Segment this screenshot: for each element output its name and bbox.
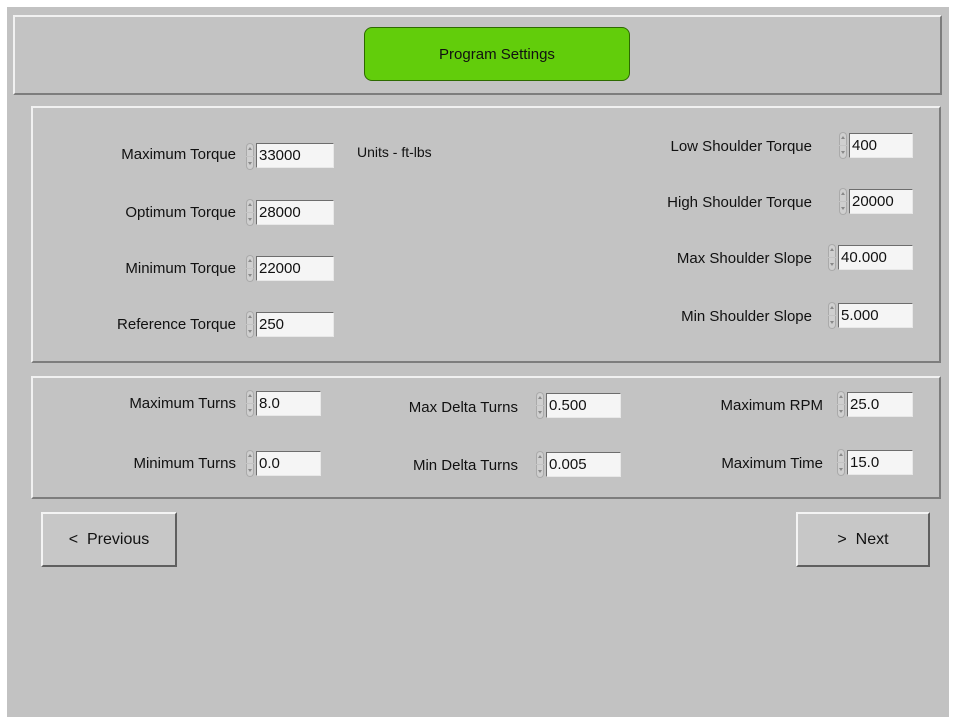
spin-down-icon[interactable]	[837, 405, 845, 418]
spin-down-icon[interactable]	[828, 316, 836, 329]
min-turns-spinner[interactable]	[244, 449, 256, 479]
opt-torque-field[interactable]: 28000	[256, 200, 334, 225]
max-delta-spinner[interactable]	[534, 391, 546, 421]
high-shoulder-torque-label: High Shoulder Torque	[667, 194, 812, 211]
low-shoulder-torque-label: Low Shoulder Torque	[670, 138, 813, 155]
min-shoulder-slope-field[interactable]: 5.000	[838, 303, 913, 328]
spin-up-icon[interactable]	[536, 392, 544, 405]
spin-down-icon[interactable]	[246, 213, 254, 226]
spin-up-icon[interactable]	[246, 255, 254, 268]
ref-torque-label: Reference Torque	[117, 316, 236, 333]
min-torque-label: Minimum Torque	[125, 260, 236, 277]
spin-down-icon[interactable]	[828, 258, 836, 271]
max-torque-label: Maximum Torque	[121, 146, 236, 163]
spin-up-icon[interactable]	[837, 449, 845, 462]
spin-up-icon[interactable]	[839, 188, 847, 201]
max-slope-spinner[interactable]	[826, 243, 838, 273]
spin-up-icon[interactable]	[246, 390, 254, 403]
spin-down-icon[interactable]	[246, 464, 254, 477]
low-shoulder-spinner[interactable]	[837, 131, 849, 161]
max-turns-spinner[interactable]	[244, 389, 256, 419]
previous-button[interactable]: < Previous	[41, 512, 177, 567]
spin-down-icon[interactable]	[246, 269, 254, 282]
max-shoulder-slope-label: Max Shoulder Slope	[676, 250, 812, 267]
spin-down-icon[interactable]	[246, 404, 254, 417]
min-turns-label: Minimum Turns	[133, 455, 236, 472]
spin-up-icon[interactable]	[828, 244, 836, 257]
opt-torque-label: Optimum Torque	[125, 204, 236, 221]
min-delta-turns-label: Min Delta Turns	[412, 457, 518, 474]
spin-down-icon[interactable]	[536, 406, 544, 419]
spin-down-icon[interactable]	[837, 463, 845, 476]
spin-down-icon[interactable]	[246, 325, 254, 338]
spin-down-icon[interactable]	[536, 465, 544, 478]
min-torque-spinner[interactable]	[244, 254, 256, 284]
ref-torque-field[interactable]: 250	[256, 312, 334, 337]
spin-up-icon[interactable]	[246, 450, 254, 463]
min-delta-turns-field[interactable]: 0.005	[546, 452, 621, 477]
min-shoulder-slope-label: Min Shoulder Slope	[681, 308, 812, 325]
spin-down-icon[interactable]	[839, 146, 847, 159]
spin-down-icon[interactable]	[246, 157, 254, 170]
spin-up-icon[interactable]	[837, 391, 845, 404]
spin-up-icon[interactable]	[828, 302, 836, 315]
min-slope-spinner[interactable]	[826, 301, 838, 331]
high-shoulder-spinner[interactable]	[837, 187, 849, 217]
max-turns-field[interactable]: 8.0	[256, 391, 321, 416]
units-label: Units - ft-lbs	[357, 144, 432, 160]
opt-torque-spinner[interactable]	[244, 198, 256, 228]
max-time-spinner[interactable]	[835, 448, 847, 478]
min-delta-spinner[interactable]	[534, 450, 546, 480]
max-delta-turns-field[interactable]: 0.500	[546, 393, 621, 418]
spin-up-icon[interactable]	[536, 451, 544, 464]
max-turns-label: Maximum Turns	[129, 395, 236, 412]
spin-down-icon[interactable]	[839, 202, 847, 215]
high-shoulder-torque-field[interactable]: 20000	[849, 189, 913, 214]
min-turns-field[interactable]: 0.0	[256, 451, 321, 476]
max-shoulder-slope-field[interactable]: 40.000	[838, 245, 913, 270]
max-rpm-label: Maximum RPM	[720, 397, 823, 414]
spin-up-icon[interactable]	[246, 143, 254, 156]
spin-up-icon[interactable]	[246, 199, 254, 212]
min-torque-field[interactable]: 22000	[256, 256, 334, 281]
max-rpm-field[interactable]: 25.0	[847, 392, 913, 417]
max-time-field[interactable]: 15.0	[847, 450, 913, 475]
max-delta-turns-label: Max Delta Turns	[408, 399, 518, 416]
next-button[interactable]: > Next	[796, 512, 930, 567]
ref-torque-spinner[interactable]	[244, 310, 256, 340]
max-torque-spinner[interactable]	[244, 142, 256, 172]
spin-up-icon[interactable]	[839, 132, 847, 145]
max-rpm-spinner[interactable]	[835, 390, 847, 420]
spin-up-icon[interactable]	[246, 311, 254, 324]
max-torque-field[interactable]: 33000	[256, 143, 334, 168]
low-shoulder-torque-field[interactable]: 400	[849, 133, 913, 158]
max-time-label: Maximum Time	[721, 455, 823, 472]
page-title: Program Settings	[364, 27, 630, 81]
